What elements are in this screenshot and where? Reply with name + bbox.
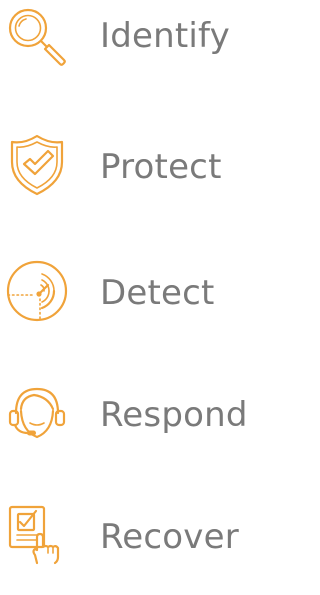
checklist-touch-icon <box>4 501 70 567</box>
headset-agent-icon <box>4 381 70 447</box>
list-item-detect: Detect <box>0 240 265 322</box>
list-item-respond: Respond <box>0 365 265 445</box>
item-label-detect: Detect <box>100 273 215 313</box>
list-item-identify: Identify <box>0 0 265 80</box>
shield-check-icon <box>4 132 70 198</box>
magnifier-icon <box>4 4 70 70</box>
item-label-protect: Protect <box>100 147 222 187</box>
item-label-recover: Recover <box>100 517 239 557</box>
list-item-protect: Protect <box>0 120 265 200</box>
radar-icon <box>4 258 70 324</box>
list-item-recover: Recover <box>0 485 265 565</box>
item-label-respond: Respond <box>100 395 248 435</box>
item-label-identify: Identify <box>100 16 230 56</box>
